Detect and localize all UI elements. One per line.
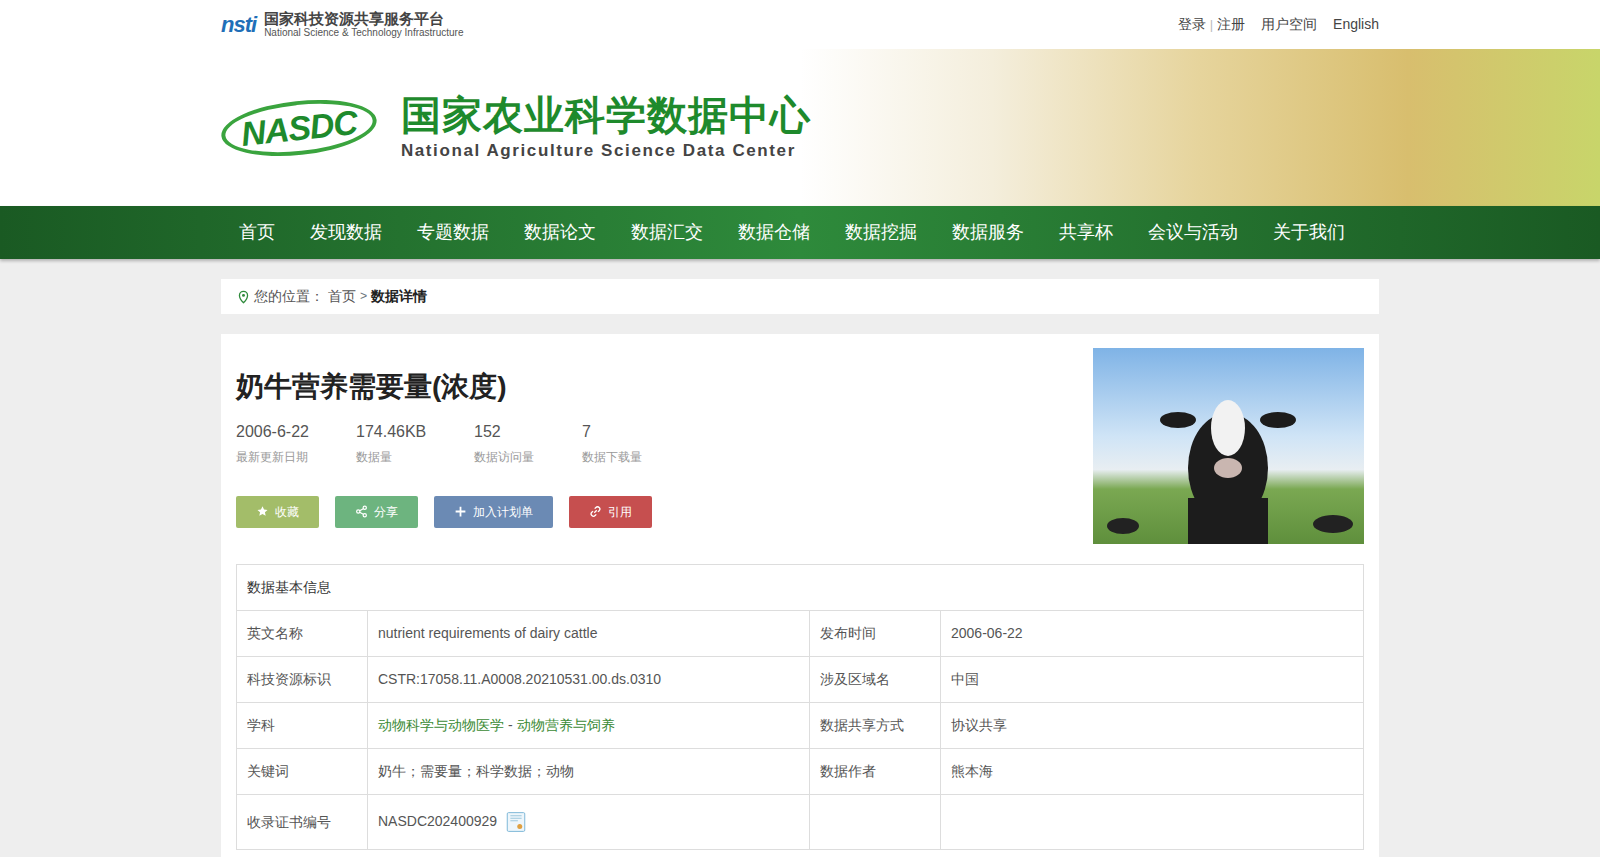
stat: 7 数据下载量 [582, 420, 662, 466]
field-label [810, 795, 941, 850]
link-icon [589, 505, 602, 518]
main-nav: 首页发现数据专题数据数据论文数据汇交数据仓储数据挖掘数据服务共享杯会议与活动关于… [0, 206, 1600, 259]
field-label: 数据共享方式 [810, 703, 941, 749]
nasdc-logo[interactable]: NASDC [219, 92, 380, 162]
stat-value: 174.46KB [356, 420, 474, 444]
stats: 2006-6-22 最新更新日期174.46KB 数据量152 数据访问量7 数据下载量 [236, 420, 662, 466]
breadcrumb-bar: 您的位置：首页>数据详情 [221, 279, 1379, 314]
breadcrumb-prefix: 您的位置： [254, 286, 324, 307]
dataset-title: 奶牛营养需要量(浓度) [236, 370, 662, 404]
top-link[interactable]: 注册 [1217, 14, 1245, 35]
field-value: nutrient requirements of dairy cattle [368, 611, 810, 657]
nav-item[interactable]: 会议与活动 [1130, 206, 1255, 259]
nav-item[interactable]: 专题数据 [399, 206, 506, 259]
field-label: 科技资源标识 [237, 657, 368, 703]
link-separator: | [1210, 15, 1213, 35]
star-icon [256, 505, 269, 518]
subject-link[interactable]: 动物科学与动物医学 [378, 717, 504, 733]
table-row: 英文名称nutrient requirements of dairy cattl… [237, 611, 1364, 657]
field-label: 数据作者 [810, 749, 941, 795]
top-bar: nsti 国家科技资源共享服务平台National Science & Techn… [0, 0, 1600, 49]
top-link[interactable]: 用户空间 [1261, 14, 1317, 35]
breadcrumb-separator: > [360, 287, 367, 305]
field-value: NASDC202400929 [368, 795, 810, 850]
stat-label: 数据下载量 [582, 448, 662, 466]
field-value: 中国 [941, 657, 1364, 703]
platform-name-en: National Science & Technology Infrastruc… [264, 27, 463, 38]
platform-logo[interactable]: nsti 国家科技资源共享服务平台National Science & Techn… [221, 8, 464, 41]
action-button[interactable]: 加入计划单 [434, 496, 553, 528]
field-value: 协议共享 [941, 703, 1364, 749]
action-button[interactable]: 分享 [335, 496, 418, 528]
cow-photo [1093, 348, 1364, 544]
location-icon [237, 290, 250, 304]
table-row: 关键词奶牛；需要量；科学数据；动物数据作者熊本海 [237, 749, 1364, 795]
table-row: 科技资源标识CSTR:17058.11.A0008.20210531.00.ds… [237, 657, 1364, 703]
nav-item[interactable]: 数据挖掘 [827, 206, 934, 259]
table-header-row: 数据基本信息 [237, 565, 1364, 611]
stat: 2006-6-22 最新更新日期 [236, 420, 356, 466]
site-title: 国家农业科学数据中心 [401, 92, 811, 138]
field-label: 学科 [237, 703, 368, 749]
nav-item[interactable]: 关于我们 [1255, 206, 1362, 259]
info-table: 数据基本信息英文名称nutrient requirements of dairy… [236, 564, 1364, 850]
site-subtitle: National Agriculture Science Data Center [401, 138, 811, 164]
field-value [941, 795, 1364, 850]
stat-value: 7 [582, 420, 662, 444]
nav-item[interactable]: 数据汇交 [613, 206, 720, 259]
platform-name: 国家科技资源共享服务平台 [264, 11, 463, 28]
plus-icon [454, 505, 467, 518]
stat-label: 最新更新日期 [236, 448, 356, 466]
field-label: 收录证书编号 [237, 795, 368, 850]
field-value: 熊本海 [941, 749, 1364, 795]
field-value: 奶牛；需要量；科学数据；动物 [368, 749, 810, 795]
top-links: 登录|注册用户空间 English [1178, 14, 1379, 35]
table-row: 收录证书编号NASDC202400929 [237, 795, 1364, 850]
subject-link[interactable]: 动物营养与饲养 [517, 717, 615, 733]
share-icon [355, 505, 368, 518]
stat-label: 数据访问量 [474, 448, 582, 466]
action-button[interactable]: 收藏 [236, 496, 319, 528]
nsti-logo-mark: nsti [221, 8, 256, 41]
table-row: 学科动物科学与动物医学-动物营养与饲养数据共享方式协议共享 [237, 703, 1364, 749]
nav-item[interactable]: 发现数据 [292, 206, 399, 259]
nav-item[interactable]: 数据仓储 [720, 206, 827, 259]
table-title: 数据基本信息 [237, 565, 1364, 611]
stat-value: 2006-6-22 [236, 420, 356, 444]
nav-item[interactable]: 数据服务 [934, 206, 1041, 259]
dataset-panel: 奶牛营养需要量(浓度) 2006-6-22 最新更新日期174.46KB 数据量152… [221, 334, 1379, 857]
nav-item[interactable]: 共享杯 [1041, 206, 1130, 259]
nav-item[interactable]: 数据论文 [506, 206, 613, 259]
field-value: 2006-06-22 [941, 611, 1364, 657]
field-label: 关键词 [237, 749, 368, 795]
action-buttons: 收藏分享加入计划单引用 [236, 496, 662, 528]
dataset-photo [1093, 348, 1364, 544]
top-link[interactable]: English [1333, 14, 1379, 35]
field-value: CSTR:17058.11.A0008.20210531.00.ds.0310 [368, 657, 810, 703]
stat-value: 152 [474, 420, 582, 444]
action-button[interactable]: 引用 [569, 496, 652, 528]
breadcrumb-item: 数据详情 [371, 286, 427, 307]
field-value: 动物科学与动物医学-动物营养与饲养 [368, 703, 810, 749]
nav-item[interactable]: 首页 [221, 206, 292, 259]
stat-label: 数据量 [356, 448, 474, 466]
field-label: 英文名称 [237, 611, 368, 657]
field-label: 发布时间 [810, 611, 941, 657]
breadcrumb-item[interactable]: 首页 [328, 286, 356, 307]
field-label: 涉及区域名 [810, 657, 941, 703]
certificate-icon[interactable] [506, 807, 526, 837]
banner: NASDC 国家农业科学数据中心National Agriculture Scie… [0, 49, 1600, 206]
stat: 152 数据访问量 [474, 420, 582, 466]
stat: 174.46KB 数据量 [356, 420, 474, 466]
top-link[interactable]: 登录 [1178, 14, 1206, 35]
